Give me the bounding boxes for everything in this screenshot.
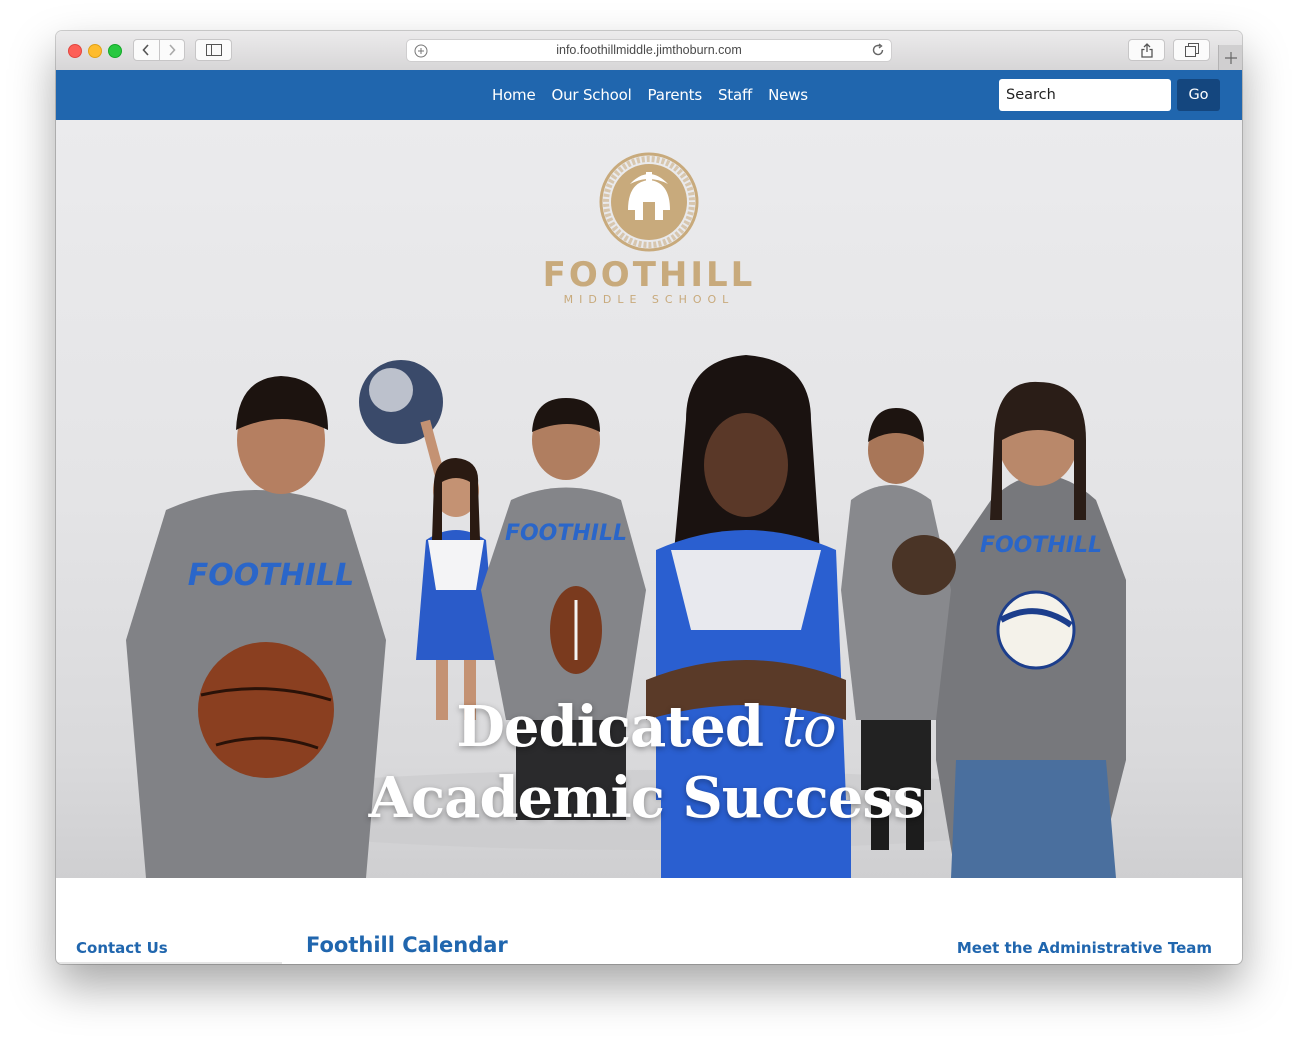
- tabs-icon: [1184, 43, 1199, 57]
- nav-link-parents[interactable]: Parents: [640, 86, 710, 104]
- svg-text:FOOTHILL: FOOTHILL: [505, 521, 627, 546]
- sidebar-toggle-button[interactable]: [195, 39, 232, 61]
- forward-button[interactable]: [158, 40, 185, 60]
- new-tab-button[interactable]: [1218, 45, 1242, 70]
- main-menu: Home Our School Parents Staff News: [484, 70, 816, 120]
- browser-titlebar: info.foothillmiddle.jimthoburn.com: [56, 31, 1242, 71]
- nav-link-our-school[interactable]: Our School: [544, 86, 640, 104]
- reload-icon[interactable]: [871, 43, 885, 57]
- show-tabs-button[interactable]: [1173, 39, 1210, 61]
- search-go-button[interactable]: Go: [1177, 79, 1220, 111]
- svg-text:FOOTHILL: FOOTHILL: [188, 558, 354, 593]
- history-nav-group: [133, 39, 185, 61]
- minimize-window-button[interactable]: [88, 44, 102, 58]
- nav-link-news[interactable]: News: [760, 86, 816, 104]
- search-input[interactable]: [999, 79, 1171, 111]
- share-icon: [1140, 42, 1153, 58]
- browser-window: info.foothillmiddle.jimthoburn.com Home …: [56, 31, 1242, 964]
- contact-us-link[interactable]: Contact Us: [76, 939, 168, 957]
- address-bar[interactable]: info.foothillmiddle.jimthoburn.com: [406, 39, 892, 62]
- hero-tagline: Dedicated to Academic Success: [346, 692, 946, 833]
- admin-team-link[interactable]: Meet the Administrative Team: [957, 939, 1212, 957]
- nav-link-staff[interactable]: Staff: [710, 86, 760, 104]
- share-button[interactable]: [1128, 39, 1165, 61]
- zoom-window-button[interactable]: [108, 44, 122, 58]
- nav-link-home[interactable]: Home: [484, 86, 544, 104]
- tagline-word-to: to: [781, 695, 836, 760]
- back-button[interactable]: [134, 40, 159, 60]
- chevron-left-icon: [142, 44, 149, 56]
- address-url: info.foothillmiddle.jimthoburn.com: [556, 43, 742, 57]
- close-window-button[interactable]: [68, 44, 82, 58]
- chevron-right-icon: [169, 44, 176, 56]
- svg-text:FOOTHILL: FOOTHILL: [980, 533, 1102, 558]
- hero-banner: FOOTHILL MIDDLE SCHOOL FOOTHILL FOOTHILL…: [56, 120, 1242, 878]
- tagline-line-2: Academic Success: [368, 765, 925, 831]
- plus-icon: [1225, 51, 1237, 64]
- site-navigation: Home Our School Parents Staff News Go: [56, 70, 1242, 120]
- sidebar-icon: [205, 44, 222, 56]
- student-volleyball: FOOTHILL: [936, 381, 1126, 878]
- contact-divider: [56, 962, 282, 964]
- calendar-heading[interactable]: Foothill Calendar: [306, 933, 508, 957]
- tagline-word-dedicated: Dedicated: [456, 694, 764, 760]
